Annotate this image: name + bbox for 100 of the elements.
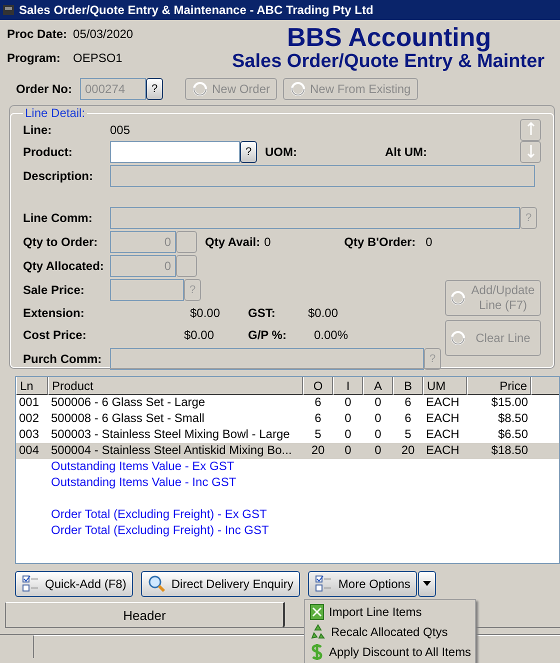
action-button[interactable]: Direct Delivery Enquiry <box>141 570 300 596</box>
field-value: $0.00 <box>188 306 220 320</box>
up-arrow-button[interactable] <box>520 119 541 141</box>
action-button[interactable]: More Options <box>308 570 418 596</box>
info-value: 05/03/2020 <box>73 27 134 41</box>
table-cell-text: 500003 - Stainless Steel Mixing Bowl - Large <box>50 427 291 443</box>
table-cell-text: 20 <box>310 443 326 459</box>
lookup-button[interactable]: ? <box>146 78 163 100</box>
field-value: 0 <box>264 235 272 249</box>
field-value: 0.00% <box>314 328 348 342</box>
sale-price-field[interactable] <box>110 279 184 301</box>
circle-icon <box>450 290 466 306</box>
field-label: Extension: <box>23 306 86 320</box>
table-cell-text: 500008 - 6 Glass Set - Small <box>50 411 206 427</box>
field-label: Qty Allocated: <box>23 259 105 273</box>
table-row[interactable]: 004 500004 - Stainless Steel Antiskid Mixing Bo... 20 0 0 20 EACH $18.50 <box>16 443 559 459</box>
group-legend: Line Detail: <box>23 106 88 120</box>
field-label: G/P %: <box>248 328 288 342</box>
table-cell-text: 6 <box>404 411 412 427</box>
table-cell-text: EACH <box>425 443 460 459</box>
table-cell-text: 0 <box>374 443 382 459</box>
table-cell-text: 6 <box>314 411 322 427</box>
table-cell-text: EACH <box>425 395 460 411</box>
summary-label: Order Total (Excluding Freight) - Inc GST <box>51 523 270 539</box>
table-cell-text: 003 <box>18 427 40 443</box>
down-arrow-button[interactable] <box>520 141 541 163</box>
menu-item[interactable]: Import Line Items <box>305 602 475 622</box>
tab[interactable]: Header <box>5 602 285 628</box>
table-cell-text: 0 <box>344 411 352 427</box>
table-cell-text: 500004 - Stainless Steel Antiskid Mixing Bo... <box>50 443 293 459</box>
magnifier-icon <box>148 574 166 592</box>
app-icon <box>2 3 16 17</box>
qty-button[interactable] <box>176 231 197 253</box>
caret-icon <box>423 581 432 586</box>
order-label: Order No: <box>16 82 74 96</box>
table-cell-text: 6 <box>314 395 322 411</box>
field-label: Alt UM: <box>385 145 427 159</box>
product-field[interactable] <box>110 141 240 163</box>
table-cell-text: $6.50 <box>496 427 529 443</box>
summary-label: Outstanding Items Value - Inc GST <box>51 475 238 491</box>
table-cell-text: 5 <box>404 427 412 443</box>
info-label: Proc Date: <box>7 27 68 41</box>
spreadsheet-icon <box>310 604 324 620</box>
recycle-icon <box>310 624 326 640</box>
field-label: Qty to Order: <box>23 235 99 249</box>
brand-title: BBS Accounting <box>287 23 492 51</box>
dropdown-button[interactable] <box>418 570 436 596</box>
field-label: Qty Avail: <box>205 235 260 249</box>
down-arrow-icon <box>526 144 536 158</box>
checklist-icon <box>22 574 40 592</box>
field-label: Sale Price: <box>23 283 86 297</box>
table-cell-text: EACH <box>425 411 460 427</box>
field-label: Cost Price: <box>23 328 88 342</box>
field-label: Purch Comm: <box>23 352 103 366</box>
checklist-icon <box>315 574 334 592</box>
table-cell-text: $8.50 <box>496 411 529 427</box>
window-title: Sales Order/Quote Entry & Maintenance - ABC Trading Pty Ltd <box>19 3 374 17</box>
table-cell-text: 500006 - 6 Glass Set - Large <box>50 395 206 411</box>
table-cell-text: 0 <box>374 395 382 411</box>
summary-label: Order Total (Excluding Freight) - Ex GST <box>51 507 268 523</box>
table-cell-text: 002 <box>18 411 40 427</box>
action-button[interactable]: Quick-Add (F8) <box>15 570 134 596</box>
menu-item[interactable]: Apply Discount to All Items <box>305 642 475 662</box>
table-cell-text: 0 <box>374 411 382 427</box>
circle-icon <box>450 330 466 346</box>
menu-item[interactable]: Recalc Allocated Qtys <box>305 622 475 642</box>
field-value: 0 <box>426 235 432 249</box>
field-label: Line Comm: <box>23 211 94 225</box>
field-label: Qty B'Order: <box>344 235 416 249</box>
table-cell-text: 0 <box>344 395 352 411</box>
table-cell-text: 5 <box>314 427 322 443</box>
info-value: OEPSO1 <box>73 51 122 65</box>
table-cell-text: EACH <box>425 427 460 443</box>
table-cell-text: 001 <box>18 395 40 411</box>
qty-button[interactable] <box>176 255 197 277</box>
table-cell-text: 0 <box>344 443 352 459</box>
field-label: Description: <box>23 169 94 183</box>
table-cell-text: 20 <box>400 443 416 459</box>
line-comm-field[interactable] <box>110 207 520 229</box>
lookup-button[interactable]: ? <box>240 141 257 163</box>
field-label: Product: <box>23 145 74 159</box>
field-value: $0.00 <box>308 306 338 320</box>
description-field[interactable] <box>110 165 535 187</box>
field-label: GST: <box>248 306 276 320</box>
table-cell-text: 0 <box>344 427 352 443</box>
table-cell-text: 0 <box>374 427 382 443</box>
table-cell-text: $15.00 <box>490 395 529 411</box>
circle-icon <box>290 81 306 97</box>
line-number: 005 <box>110 123 130 137</box>
info-label: Program: <box>7 51 62 65</box>
table-cell-text: 6 <box>404 395 412 411</box>
table-cell-text: 004 <box>18 443 40 459</box>
field-label: UOM: <box>265 145 298 159</box>
field-label: Line: <box>23 123 53 137</box>
table-cell-text: $18.50 <box>490 443 529 459</box>
dollar-icon <box>310 643 324 661</box>
summary-label: Outstanding Items Value - Ex GST <box>51 459 236 475</box>
purch-comm-field[interactable] <box>110 348 424 370</box>
circle-icon <box>192 81 208 97</box>
up-arrow-icon <box>526 122 536 136</box>
